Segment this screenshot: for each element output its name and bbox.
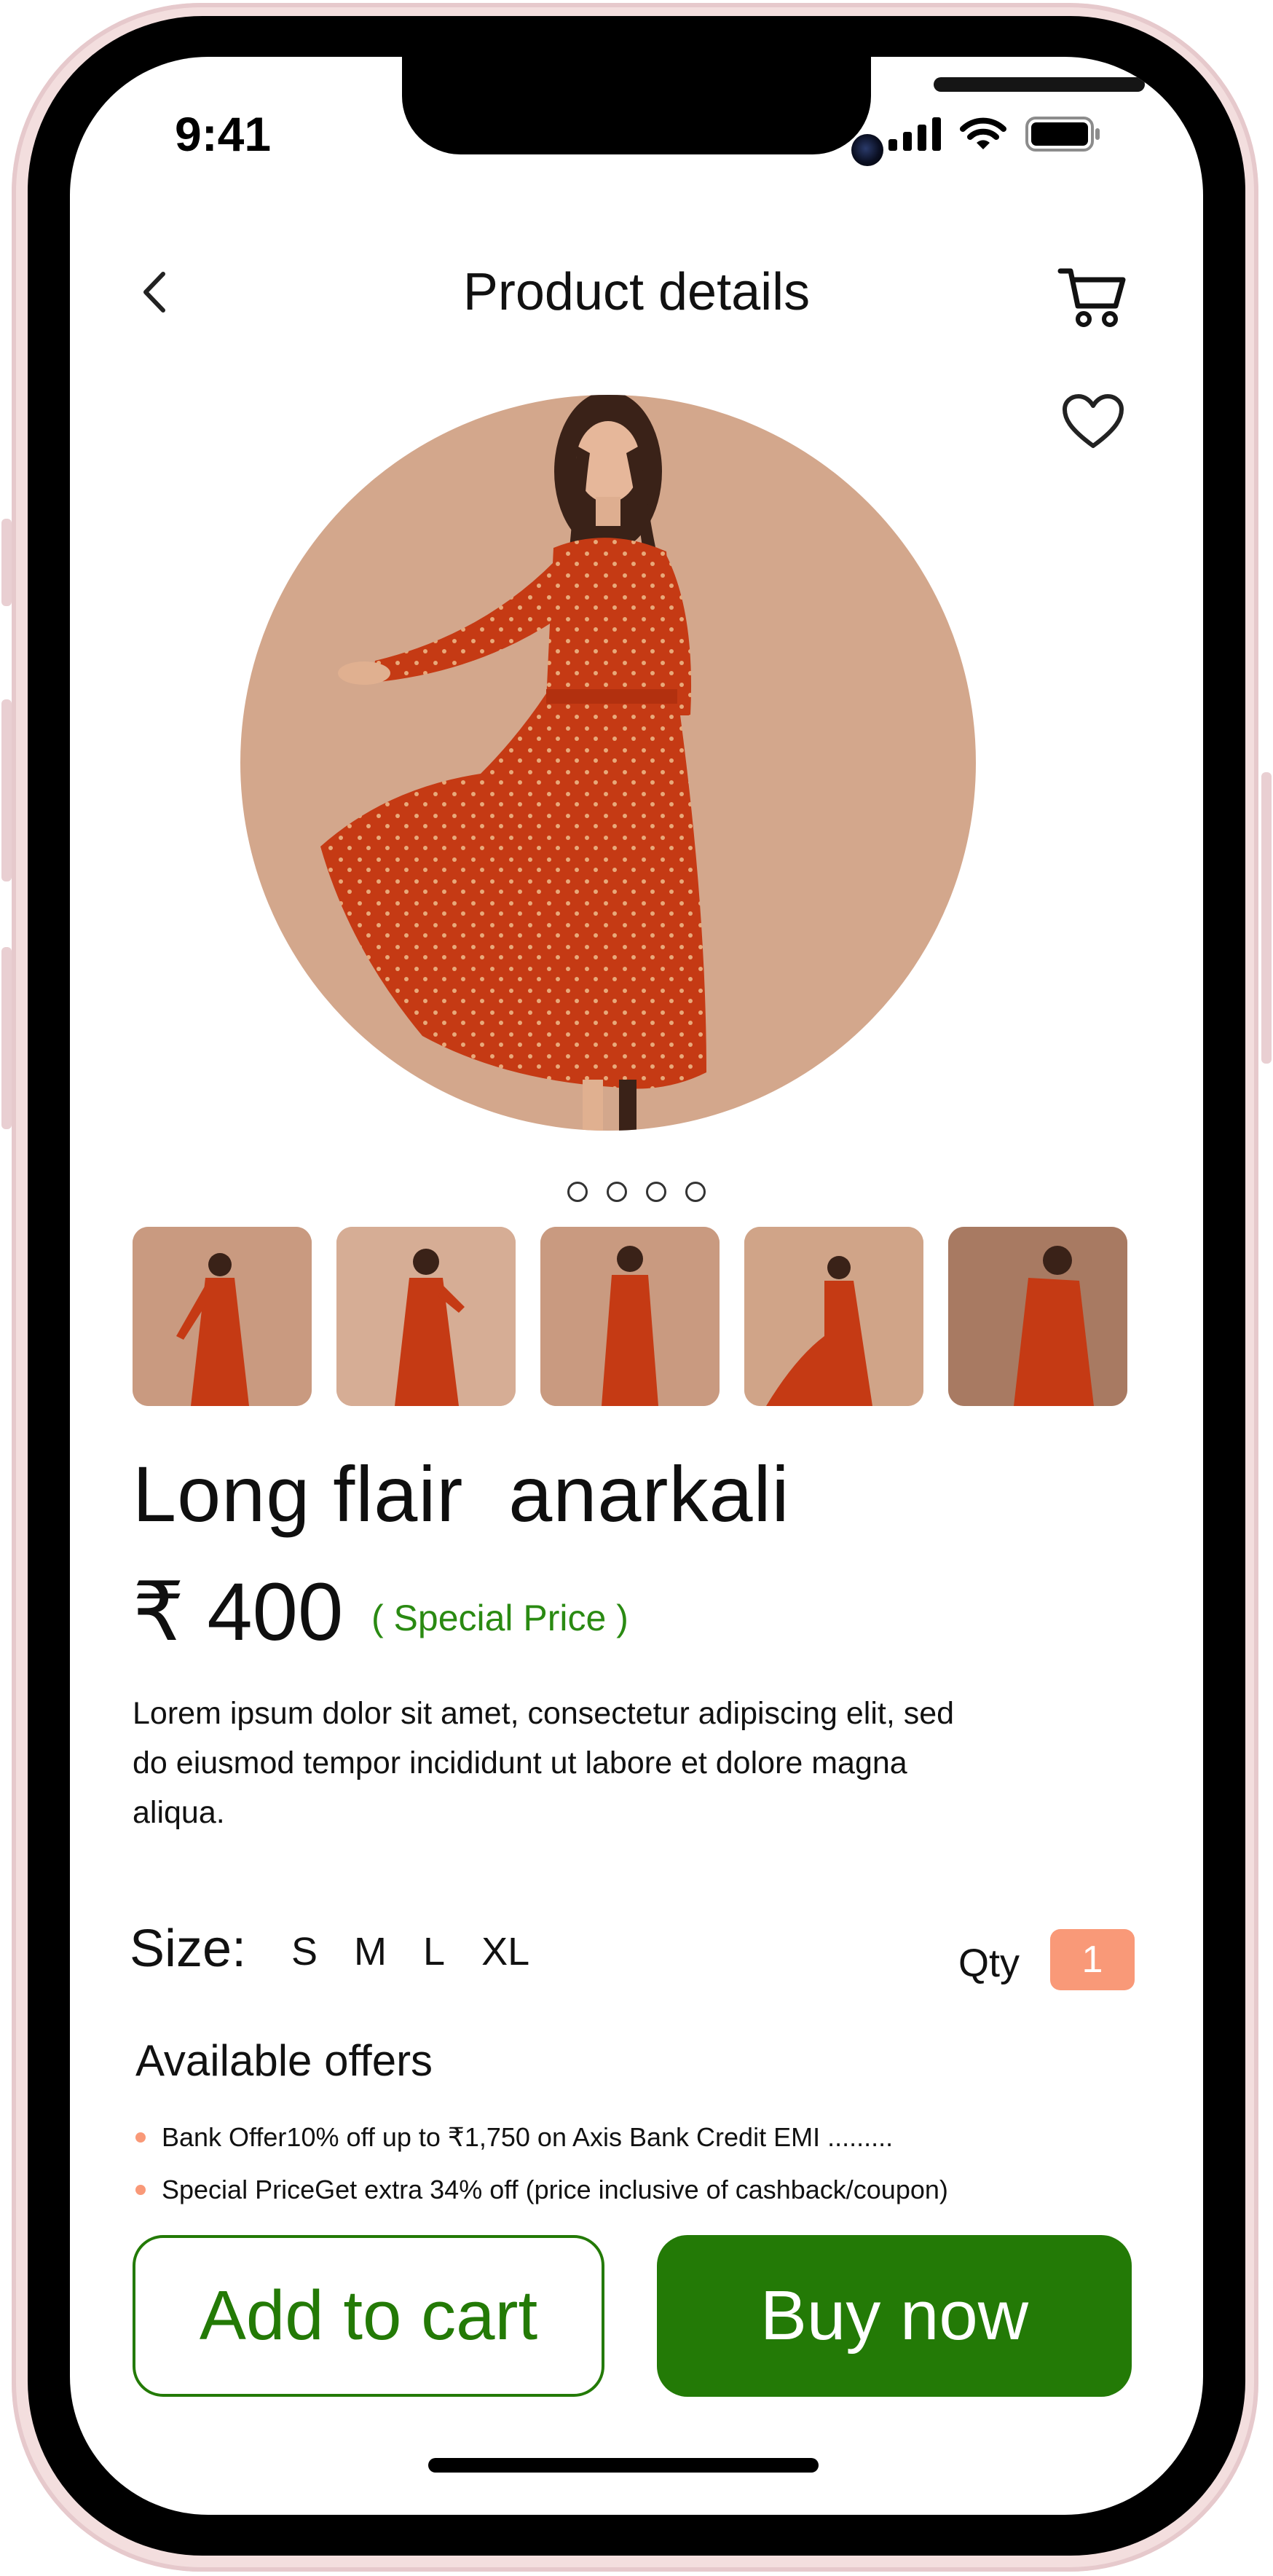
thumbnail-image (948, 1227, 1127, 1406)
page-title: Product details (462, 263, 811, 321)
pager-dot[interactable] (646, 1182, 666, 1202)
thumbnail-image (744, 1227, 923, 1406)
status-icons (888, 117, 1101, 152)
volume-down-button (1, 947, 12, 1129)
product-thumbnail[interactable] (744, 1227, 923, 1406)
notch (402, 57, 1145, 166)
bullet-icon (135, 2185, 146, 2195)
volume-up-button (1, 699, 12, 881)
buy-now-button[interactable]: Buy now (657, 2235, 1132, 2397)
power-button (1261, 772, 1272, 1064)
offers-list: Bank Offer10% off up to ₹1,750 on Axis B… (135, 2111, 948, 2216)
product-name: Long flair anarkali (133, 1450, 790, 1538)
cellular-signal-icon (888, 117, 941, 151)
app-screen: 9:41 Product details Long flair anarkali… (70, 57, 1203, 2515)
offer-text: Special PriceGet extra 34% off (price in… (162, 2175, 948, 2204)
bullet-icon (135, 2132, 146, 2143)
size-option-l[interactable]: L (423, 1929, 445, 1974)
qty-selector[interactable]: 1 (1050, 1929, 1135, 1990)
product-thumbnail[interactable] (336, 1227, 516, 1406)
thumbnail-image (133, 1227, 312, 1406)
size-options: S M L XL (291, 1929, 529, 1974)
pager-dot[interactable] (685, 1182, 706, 1202)
size-label: Size: (130, 1920, 247, 1978)
pager-dot[interactable] (607, 1182, 627, 1202)
product-description: Lorem ipsum dolor sit amet, consectetur … (133, 1696, 955, 1830)
size-option-s[interactable]: S (291, 1929, 318, 1974)
favorite-heart-icon[interactable] (1062, 393, 1124, 452)
offers-title: Available offers (135, 2036, 433, 2085)
image-pager-dots (70, 1182, 1203, 1202)
thumbnail-image (540, 1227, 720, 1406)
model-in-red-dress-illustration (320, 395, 706, 1131)
product-hero-image[interactable] (240, 395, 976, 1131)
offer-item: Special PriceGet extra 34% off (price in… (135, 2164, 948, 2216)
product-price: ₹ 400 (133, 1566, 344, 1657)
status-time: 9:41 (175, 107, 272, 161)
special-price-tag: ( Special Price ) (371, 1598, 628, 1638)
home-indicator[interactable] (428, 2458, 819, 2473)
thumbnail-image (336, 1227, 516, 1406)
product-thumbnail[interactable] (948, 1227, 1127, 1406)
size-option-xl[interactable]: XL (481, 1929, 529, 1974)
front-camera (851, 134, 883, 166)
size-option-m[interactable]: M (354, 1929, 387, 1974)
thumbnail-strip (133, 1227, 1127, 1406)
qty-label: Qty (958, 1941, 1020, 1985)
product-thumbnail[interactable] (540, 1227, 720, 1406)
add-to-cart-button[interactable]: Add to cart (133, 2235, 604, 2397)
offer-text: Bank Offer10% off up to ₹1,750 on Axis B… (162, 2122, 894, 2152)
cart-icon[interactable] (1057, 264, 1127, 329)
pager-dot[interactable] (567, 1182, 588, 1202)
earpiece-speaker (934, 77, 1145, 92)
offer-item: Bank Offer10% off up to ₹1,750 on Axis B… (135, 2111, 948, 2164)
battery-icon (1025, 117, 1100, 152)
wifi-icon (960, 117, 1006, 149)
product-thumbnail[interactable] (133, 1227, 312, 1406)
silent-switch (1, 519, 12, 606)
